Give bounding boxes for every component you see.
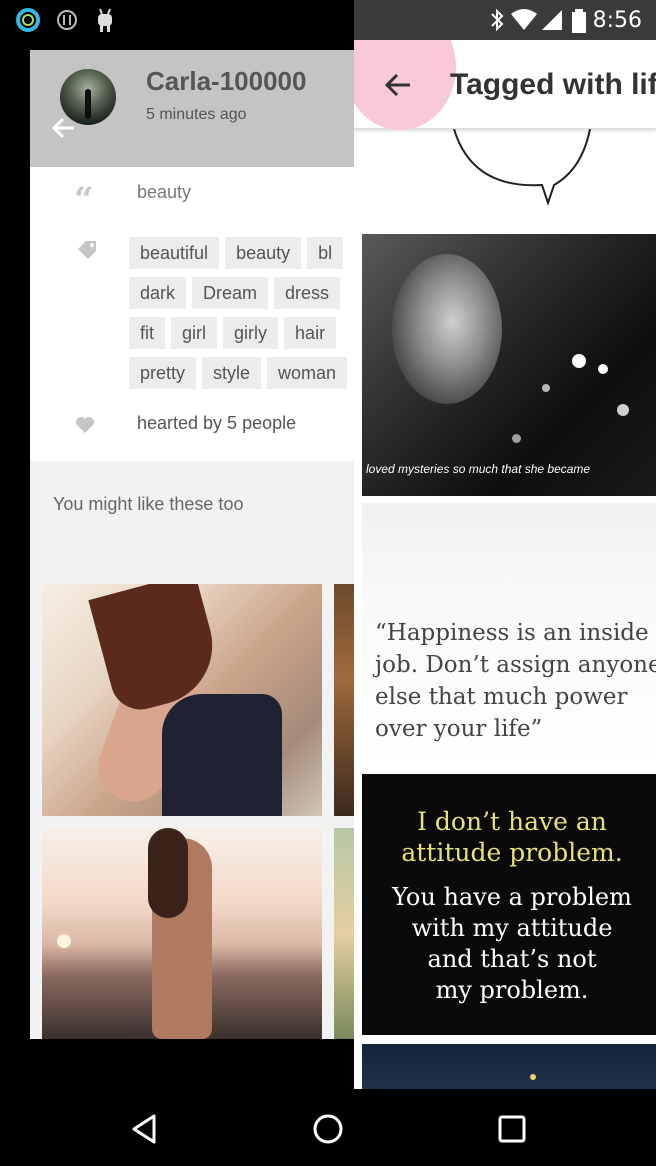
suggested-image[interactable] [42,828,322,1039]
tag-chip[interactable]: style [202,357,262,389]
suggested-image[interactable] [334,584,354,816]
info-icon [57,10,77,30]
tag-chip[interactable]: pretty [129,357,197,389]
image-text: You have a problem with my attitude and … [392,883,632,1004]
suggested-image[interactable] [334,828,354,1039]
tagged-image[interactable]: loved mysteries so much that she became [362,234,656,496]
tag-chip[interactable]: girl [171,317,218,349]
tag-chip[interactable]: Dream [192,277,269,309]
tag-row: pretty style woman [129,357,354,389]
tag-chip[interactable]: hair [284,317,337,349]
tag-chip[interactable]: fit [129,317,166,349]
heart-icon[interactable] [75,416,95,434]
android-icon [98,8,112,32]
toolbar: Tagged with life [354,40,656,130]
circle-ring-icon [16,8,40,32]
tag-row: fit girl girly hair [129,317,354,349]
recents-square-icon[interactable] [494,1111,530,1147]
username[interactable]: Carla-100000 [146,66,306,97]
page-title: Tagged with life [450,68,656,101]
tag-row: dark Dream dress [129,277,354,309]
tag-chip[interactable]: woman [267,357,348,389]
tag-chip[interactable]: dress [274,277,341,309]
back-triangle-icon[interactable] [126,1111,162,1147]
tagged-image[interactable] [362,1044,656,1089]
back-arrow-icon[interactable] [50,114,78,142]
home-circle-icon[interactable] [310,1111,346,1147]
tagged-image[interactable]: I don’t have an attitude problem. You ha… [362,774,656,1035]
bluetooth-icon [491,8,504,32]
status-bar: 8:56 [0,0,656,40]
wifi-icon [511,9,537,30]
quote-text: “Happiness is an inside job. Don’t assig… [375,620,656,742]
quote-icon: “ [74,180,94,220]
tag-list: beautiful beauty bl dark Dream dress fit… [129,237,354,397]
navigation-bar [0,1089,656,1166]
status-bar-left-background [0,0,354,40]
post-detail-panel: Carla-100000 5 minutes ago “ beauty beau… [30,50,354,1039]
post-header: Carla-100000 5 minutes ago [30,50,354,167]
suggested-image[interactable] [42,584,322,816]
tag-chip[interactable]: girly [223,317,279,349]
hearted-count[interactable]: hearted by 5 people [137,413,296,434]
tagged-image[interactable]: “Happiness is an inside job. Don’t assig… [362,503,656,771]
image-caption: loved mysteries so much that she became [366,462,591,476]
tag-icon [78,241,96,259]
post-timestamp: 5 minutes ago [146,106,247,123]
battery-icon [572,9,586,33]
tag-chip[interactable]: beauty [225,237,302,269]
signal-icon [542,10,562,30]
tagged-panel: Tagged with life loved mysteries so much… [354,40,656,1089]
post-body: “ beauty beautiful beauty bl dark Dream … [30,167,354,461]
status-time: 8:56 [592,8,642,33]
tag-row: beautiful beauty bl [129,237,354,269]
tagged-image[interactable] [362,129,656,213]
tag-chip[interactable]: beautiful [129,237,220,269]
tag-chip[interactable]: dark [129,277,187,309]
image-headline: I don’t have an attitude problem. [401,807,623,867]
tag-chip[interactable]: bl [307,237,344,269]
post-caption: beauty [137,182,192,202]
back-arrow-icon[interactable] [382,70,414,100]
might-like-heading: You might like these too [53,494,244,514]
speech-bubble-illustration [453,129,591,207]
